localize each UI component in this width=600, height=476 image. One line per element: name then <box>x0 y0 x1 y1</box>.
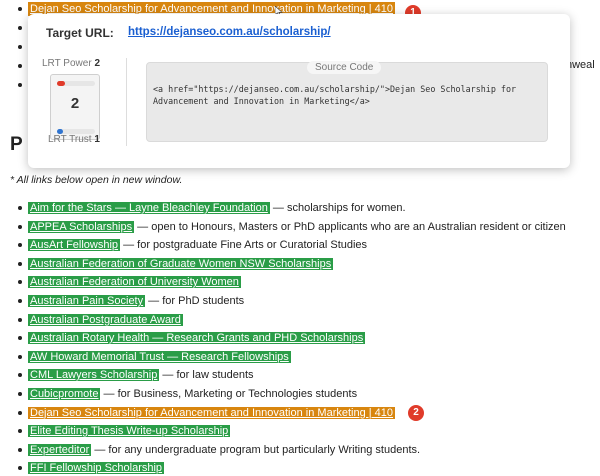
target-url-label: Target URL: <box>46 26 114 40</box>
list-item: Australian Postgraduate Award <box>14 312 600 328</box>
list-item-content: FFI Fellowship Scholarship <box>28 460 165 476</box>
list-item: APPEA Scholarships — open to Honours, Ma… <box>14 219 600 235</box>
list-item: Australian Federation of Graduate Women … <box>14 256 600 272</box>
source-code-box: Source Code <a href="https://dejanseo.co… <box>146 61 548 142</box>
bullet-dot <box>18 447 22 452</box>
bullet-dot <box>18 83 22 87</box>
list-item-content: APPEA Scholarships — open to Honours, Ma… <box>28 219 566 235</box>
bullet-dot <box>18 410 22 415</box>
bullet-dot <box>18 354 22 359</box>
list-item-content: Elite Editing Thesis Write-up Scholarshi… <box>28 423 231 439</box>
list-item-content: Dejan Seo Scholarship for Advancement an… <box>28 405 396 421</box>
scholarship-link[interactable]: Elite Editing Thesis Write-up Scholarshi… <box>28 425 231 438</box>
list-item: Aim for the Stars — Layne Bleachley Foun… <box>14 200 600 216</box>
source-code-title: Source Code <box>307 61 382 74</box>
list-item-content: Australian Federation of University Wome… <box>28 274 241 290</box>
scholarship-link[interactable]: FFI Fellowship Scholarship <box>28 462 165 475</box>
list-item-content: Australian Pain Society — for PhD studen… <box>28 293 244 309</box>
link-description: — for Business, Marketing or Technologie… <box>100 388 358 400</box>
scholarship-link[interactable]: Cubicpromote <box>28 388 101 400</box>
lrt-power-label: LRT Power 2 <box>42 58 100 69</box>
list-item: Experteditor — for any undergraduate pro… <box>14 442 600 458</box>
bullet-dot <box>18 317 22 322</box>
new-window-note: * All links below open in new window. <box>10 174 183 186</box>
scholarship-link[interactable]: AusArt Fellowship <box>28 239 121 252</box>
link-description: — scholarships for women. <box>269 202 406 214</box>
bullet-dot <box>18 429 22 434</box>
truncated-text-fragment: nweal <box>566 59 595 71</box>
bullet-dot <box>18 280 22 285</box>
lrt-trust-label: LRT Trust 1 <box>48 134 100 145</box>
list-item: Australian Federation of University Wome… <box>14 274 600 290</box>
list-item-content: Experteditor — for any undergraduate pro… <box>28 442 420 458</box>
list-item-content: Australian Rotary Health — Research Gran… <box>28 330 366 346</box>
bullet-dot <box>18 64 22 68</box>
scholarship-link[interactable]: Australian Federation of University Wome… <box>28 276 241 289</box>
list-item-content: Cubicpromote — for Business, Marketing o… <box>28 386 357 402</box>
lrt-score-box: 2 <box>50 74 100 140</box>
link-description: — for any undergraduate program but part… <box>91 443 421 456</box>
list-item: Australian Rotary Health — Research Gran… <box>14 330 600 346</box>
bullet-dot <box>18 224 22 229</box>
list-item-content: AusArt Fellowship — for postgraduate Fin… <box>28 237 367 253</box>
link-description: — for PhD students <box>145 295 245 307</box>
scholarship-link[interactable]: Australian Postgraduate Award <box>28 313 183 326</box>
scholarship-link[interactable]: Dejan Seo Scholarship for Advancement an… <box>28 406 396 419</box>
scholarship-link[interactable]: APPEA Scholarships <box>28 220 135 233</box>
section-heading: P <box>10 134 23 155</box>
list-item-content: CML Lawyers Scholarship — for law studen… <box>28 367 254 383</box>
bullet-dot <box>18 299 22 303</box>
link-description: — open to Honours, Masters or PhD applic… <box>134 220 566 233</box>
list-item-content: Aim for the Stars — Layne Bleachley Foun… <box>28 200 406 216</box>
bullet-dot <box>18 45 22 49</box>
scholarship-link[interactable]: Aim for the Stars — Layne Bleachley Foun… <box>28 202 270 214</box>
scholarship-link[interactable]: Australian Rotary Health — Research Gran… <box>28 332 366 345</box>
scholarship-link[interactable]: Experteditor <box>28 443 92 456</box>
bullet-dot <box>18 243 22 248</box>
bullet-dot <box>18 7 22 11</box>
scholarship-link[interactable]: Australian Federation of Graduate Women … <box>28 257 334 270</box>
list-item: Cubicpromote — for Business, Marketing o… <box>14 386 600 402</box>
target-url-link[interactable]: https://dejanseo.com.au/scholarship/ <box>128 26 331 38</box>
link-description: — for postgraduate Fine Arts or Curatori… <box>120 239 368 252</box>
list-item-content: Australian Federation of Graduate Women … <box>28 256 334 272</box>
lrt-score-value: 2 <box>70 95 80 112</box>
bullet-dot <box>18 336 22 341</box>
link-details-popup: Target URL: https://dejanseo.com.au/scho… <box>28 14 570 168</box>
scholarship-link[interactable]: AW Howard Memorial Trust — Research Fell… <box>28 350 291 363</box>
scholarship-link[interactable]: Australian Pain Society <box>28 295 146 307</box>
list-item: FFI Fellowship Scholarship <box>14 460 600 476</box>
list-item: CML Lawyers Scholarship — for law studen… <box>14 367 600 383</box>
list-item: Elite Editing Thesis Write-up Scholarshi… <box>14 423 600 439</box>
source-code-text: <a href="https://dejanseo.com.au/scholar… <box>153 84 517 106</box>
list-item: AusArt Fellowship — for postgraduate Fin… <box>14 237 600 253</box>
list-item: Australian Pain Society — for PhD studen… <box>14 293 600 309</box>
link-number-badge: 2 <box>408 404 424 421</box>
list-item: AW Howard Memorial Trust — Research Fell… <box>14 349 600 365</box>
list-item: Dejan Seo Scholarship for Advancement an… <box>14 404 600 421</box>
list-item-content: Australian Postgraduate Award <box>28 312 183 328</box>
scholarship-link[interactable]: CML Lawyers Scholarship <box>28 369 160 382</box>
lrt-power-bar <box>57 81 95 86</box>
bullet-dot <box>18 466 22 471</box>
bullet-dot <box>18 392 22 396</box>
list-item-content: AW Howard Memorial Trust — Research Fell… <box>28 349 291 365</box>
bullet-dot <box>18 373 22 378</box>
bullet-dot <box>18 26 22 30</box>
link-description: — for law students <box>159 369 254 382</box>
bullet-dot <box>18 261 22 266</box>
popup-divider <box>126 58 127 146</box>
bullet-dot <box>18 206 22 210</box>
